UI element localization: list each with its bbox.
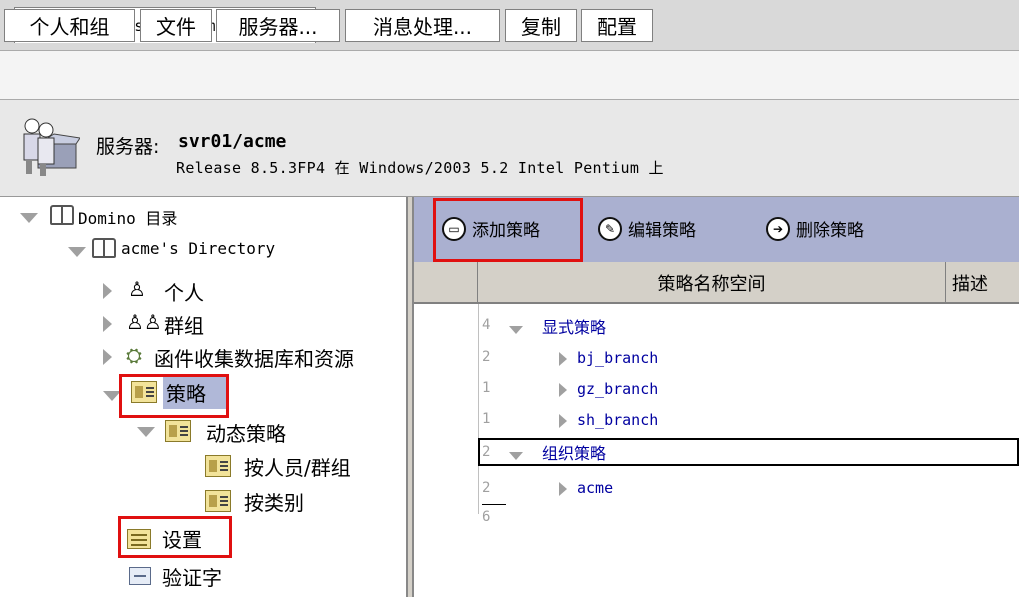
tree-item-acme-directory[interactable]: acme's Directory (121, 239, 275, 258)
delete-policy-label: 删除策略 (796, 221, 864, 241)
tab-replication[interactable]: 复制 (505, 9, 577, 42)
expand-domino-directory-icon[interactable] (20, 213, 38, 223)
tree-label: acme's Directory (121, 239, 276, 258)
expand-icon[interactable] (559, 414, 567, 428)
column-divider (478, 304, 479, 514)
table-row[interactable]: acme (577, 473, 1019, 503)
expand-icon[interactable] (559, 482, 567, 496)
row-count: 2 (482, 444, 491, 460)
group-icon: ♙♙ (126, 310, 162, 334)
table-row[interactable]: sh_branch (577, 405, 1019, 435)
tree-item-certificates[interactable]: 验证字 (162, 562, 222, 591)
total-count: 6 (482, 509, 491, 525)
table-row[interactable]: bj_branch (577, 343, 1019, 373)
tree-item-mail-in-databases[interactable]: 函件收集数据库和资源 (154, 343, 406, 372)
book-icon (50, 205, 74, 225)
delete-policy-button[interactable]: ➔ 删除策略 (766, 216, 864, 241)
tab-people-groups[interactable]: 个人和组 (4, 9, 135, 42)
row-label: acme (577, 479, 614, 497)
column-selector[interactable] (414, 262, 478, 304)
policy-icon (205, 455, 231, 477)
tab-configuration[interactable]: 配置 (581, 9, 653, 42)
edit-pencil-icon: ✎ (598, 216, 622, 241)
table-row[interactable]: 显式策略 (542, 311, 1019, 341)
table-row[interactable]: gz_branch (577, 374, 1019, 404)
row-label: bj_branch (577, 349, 659, 367)
policy-icon (165, 420, 191, 442)
tree-item-by-category[interactable]: 按类别 (244, 487, 304, 516)
tree-item-dynamic-policies[interactable]: 动态策略 (206, 418, 286, 447)
table-row[interactable]: 组织策略 (542, 437, 1012, 467)
expand-groups-icon[interactable] (103, 316, 112, 332)
collapse-icon[interactable] (509, 452, 523, 460)
expand-dynamic-policies-icon[interactable] (137, 427, 155, 437)
expand-people-icon[interactable] (103, 283, 112, 299)
row-count: 2 (482, 480, 491, 496)
column-header-policy-namespace[interactable]: 策略名称空间 (478, 262, 946, 304)
release-info: Release 8.5.3FP4 在 Windows/2003 5.2 Inte… (176, 159, 664, 177)
tree-item-people[interactable]: 个人 (164, 277, 204, 306)
row-label: 组织策略 (542, 444, 607, 463)
collapse-icon[interactable] (509, 326, 523, 334)
expand-icon[interactable] (559, 352, 567, 366)
total-separator (482, 504, 506, 505)
server-name: svr01/acme (178, 131, 287, 152)
mail-in-database-icon: ⛭ (126, 343, 142, 367)
policy-icon (205, 490, 231, 512)
tab-server[interactable]: 服务器... (216, 9, 340, 42)
tab-messaging[interactable]: 消息处理... (345, 9, 500, 42)
row-count: 4 (482, 317, 491, 333)
expand-icon[interactable] (559, 383, 567, 397)
row-label: 显式策略 (542, 318, 607, 337)
row-count: 1 (482, 411, 491, 427)
column-header-description[interactable]: 描述 (946, 262, 1019, 304)
book-icon (92, 238, 116, 258)
edit-policy-label: 编辑策略 (628, 221, 696, 241)
tree-item-domino-directory[interactable]: Domino 目录 (78, 205, 177, 229)
person-icon: ♙ (128, 277, 146, 301)
highlight-box-settings (118, 516, 232, 558)
expand-mail-in-icon[interactable] (103, 349, 112, 365)
tab-files[interactable]: 文件 (140, 9, 212, 42)
delete-trash-icon: ➔ (766, 216, 790, 241)
server-people-icon (23, 118, 80, 176)
row-label: sh_branch (577, 411, 659, 429)
certificate-icon (129, 567, 151, 585)
highlight-box-policies (119, 374, 229, 418)
view-menu-bar (0, 50, 1019, 100)
row-label: gz_branch (577, 380, 659, 398)
row-count: 1 (482, 380, 491, 396)
edit-policy-button[interactable]: ✎ 编辑策略 (598, 216, 696, 241)
row-count: 2 (482, 349, 491, 365)
tree-item-by-person-group[interactable]: 按人员/群组 (244, 452, 351, 481)
pane-splitter[interactable] (406, 197, 414, 597)
server-label: 服务器: (96, 136, 160, 158)
highlight-box-add-policy (433, 198, 583, 262)
tree-label: Domino 目录 (78, 209, 178, 228)
expand-acme-directory-icon[interactable] (68, 247, 86, 257)
tree-item-groups[interactable]: 群组 (164, 310, 204, 339)
